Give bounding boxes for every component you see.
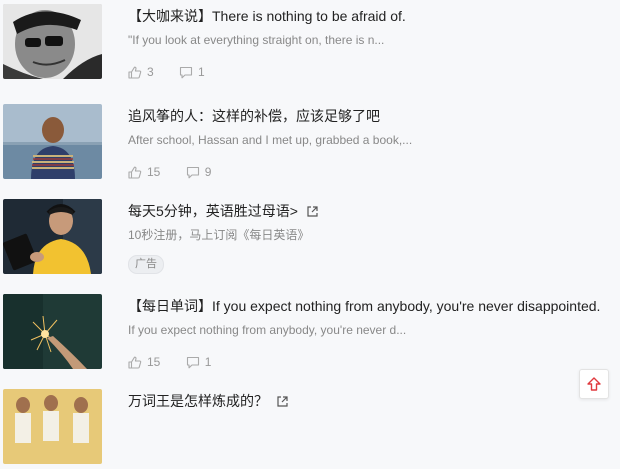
sparkler-photo (3, 294, 102, 369)
comment-count: 9 (204, 165, 212, 179)
article-title[interactable]: 【大咖来说】There is nothing to be afraid of. (128, 7, 406, 25)
article-excerpt: "If you look at everything straight on, … (128, 33, 385, 47)
feed-item[interactable]: 【每日单词】If you expect nothing from anybody… (0, 294, 620, 374)
like-count: 3 (147, 65, 154, 79)
article-title[interactable]: 追风筝的人：这样的补偿，应该足够了吧 (128, 107, 380, 125)
comment-button[interactable]: 1 (179, 65, 205, 79)
like-button[interactable]: 15 (128, 165, 160, 179)
feed-item[interactable]: 【大咖来说】There is nothing to be afraid of. … (0, 4, 620, 84)
back-to-top-button[interactable] (579, 369, 609, 399)
feed-item-ad[interactable]: 万词王是怎样炼成的？ (0, 389, 620, 469)
ad-title[interactable]: 万词王是怎样炼成的？ (128, 392, 289, 412)
ad-thumbnail[interactable] (3, 389, 102, 464)
comment-count: 1 (198, 65, 205, 79)
article-thumbnail[interactable] (3, 4, 102, 79)
article-meta: 15 1 (128, 355, 233, 371)
comment-count: 1 (204, 355, 212, 369)
feed-item[interactable]: 追风筝的人：这样的补偿，应该足够了吧 After school, Hassan … (0, 104, 620, 184)
external-link-icon (306, 204, 319, 222)
comment-button[interactable]: 1 (186, 355, 212, 369)
article-thumbnail[interactable] (3, 294, 102, 369)
ad-title-text: 每天5分钟，英语胜过母语> (128, 203, 298, 219)
ad-title-text: 万词王是怎样炼成的？ (128, 393, 268, 409)
thumbs-up-icon (128, 356, 142, 369)
article-excerpt: If you expect nothing from anybody, you'… (128, 323, 407, 337)
like-count: 15 (147, 165, 161, 179)
article-meta: 3 1 (128, 65, 227, 81)
ad-description: 10秒注册，马上订阅《每日英语》 (128, 228, 310, 242)
article-excerpt: After school, Hassan and I met up, grabb… (128, 133, 413, 147)
like-button[interactable]: 15 (128, 355, 160, 369)
comment-icon (186, 166, 199, 178)
ad-title[interactable]: 每天5分钟，英语胜过母语> (128, 202, 319, 222)
ad-thumbnail[interactable] (3, 199, 102, 274)
three-people-photo (3, 389, 102, 464)
article-thumbnail[interactable] (3, 104, 102, 179)
article-meta: 15 9 (128, 165, 233, 181)
comment-button[interactable]: 9 (186, 165, 212, 179)
external-link-icon (276, 394, 289, 412)
article-title[interactable]: 【每日单词】If you expect nothing from anybody… (128, 297, 600, 315)
comment-icon (179, 66, 193, 78)
thumbs-up-icon (128, 66, 142, 79)
boy-at-sea-photo (3, 104, 102, 179)
feed-item-ad[interactable]: 每天5分钟，英语胜过母语> 10秒注册，马上订阅《每日英语》 广告 (0, 199, 620, 279)
man-with-headphones-photo (3, 199, 102, 274)
man-with-sunglasses-photo (3, 4, 102, 79)
like-count: 15 (147, 355, 161, 369)
article-feed: 【大咖来说】There is nothing to be afraid of. … (0, 0, 620, 464)
ad-badge: 广告 (128, 255, 164, 274)
thumbs-up-icon (128, 166, 142, 179)
comment-icon (186, 356, 199, 368)
arrow-up-icon (587, 377, 601, 391)
like-button[interactable]: 3 (128, 65, 154, 79)
